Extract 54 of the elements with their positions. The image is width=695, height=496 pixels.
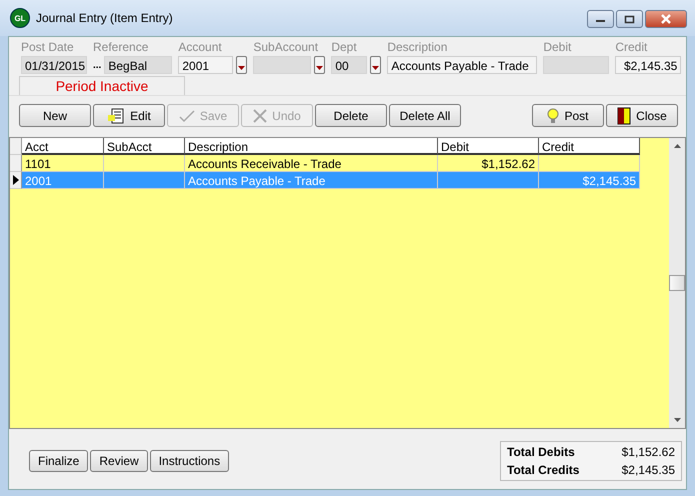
toolbar-button[interactable]: Delete bbox=[315, 104, 387, 127]
period-status: Period Inactive bbox=[19, 76, 185, 95]
column-header[interactable]: Credit bbox=[539, 138, 640, 155]
maximize-icon bbox=[624, 14, 636, 24]
column-header[interactable]: Description bbox=[185, 138, 438, 155]
footer-button[interactable]: Review bbox=[90, 450, 148, 472]
footer-button[interactable]: Finalize bbox=[29, 450, 88, 472]
field-label: SubAccount bbox=[253, 40, 320, 54]
total-value: $2,145.35 bbox=[622, 463, 675, 477]
column-header[interactable]: Acct bbox=[22, 138, 104, 155]
lightbulb-icon bbox=[547, 108, 560, 124]
toolbar-button[interactable]: Delete All bbox=[389, 104, 461, 127]
down-arrow-icon bbox=[316, 65, 324, 71]
column-header[interactable]: Debit bbox=[438, 138, 539, 155]
field-label: Post Date bbox=[21, 40, 75, 54]
dropdown-button[interactable] bbox=[236, 56, 248, 74]
down-arrow-icon bbox=[372, 65, 380, 71]
table-cell: $2,145.35 bbox=[539, 172, 640, 189]
close-button[interactable] bbox=[645, 10, 687, 28]
table-cell: Accounts Payable - Trade bbox=[185, 172, 438, 189]
document-icon bbox=[107, 108, 126, 124]
field-label: Dept bbox=[331, 40, 358, 54]
field-label: Debit bbox=[543, 40, 572, 54]
app-logo-icon: GL bbox=[10, 8, 30, 28]
total-label: Total Credits bbox=[507, 463, 580, 477]
toolbar-button[interactable]: Edit bbox=[93, 104, 165, 127]
table-cell: 2001 bbox=[22, 172, 104, 189]
scroll-thumb[interactable] bbox=[669, 275, 685, 291]
input-field[interactable]: 2001 bbox=[178, 56, 234, 74]
close-icon bbox=[659, 14, 673, 24]
input-field[interactable]: Accounts Payable - Trade bbox=[387, 56, 538, 74]
field-label: Reference bbox=[93, 40, 150, 54]
scroll-up-icon bbox=[674, 144, 680, 148]
down-arrow-icon bbox=[238, 65, 246, 71]
input-field[interactable]: $2,145.35 bbox=[615, 56, 682, 74]
field-label: Description bbox=[387, 40, 448, 54]
window-title: Journal Entry (Item Entry) bbox=[36, 11, 174, 25]
row-pointer-icon bbox=[12, 175, 18, 185]
total-value: $1,152.62 bbox=[622, 445, 675, 459]
toolbar-button[interactable]: New bbox=[19, 104, 91, 127]
x-icon bbox=[253, 108, 268, 122]
field-label: Credit bbox=[615, 40, 648, 54]
column-header[interactable]: SubAcct bbox=[104, 138, 185, 155]
total-label: Total Debits bbox=[507, 445, 575, 459]
vertical-scrollbar[interactable] bbox=[669, 138, 685, 428]
footer-button[interactable]: Instructions bbox=[150, 450, 230, 472]
scroll-down-icon bbox=[674, 418, 680, 422]
door-icon bbox=[617, 106, 632, 124]
maximize-button[interactable] bbox=[616, 10, 643, 28]
field-label: Account bbox=[178, 40, 223, 54]
minimize-button[interactable] bbox=[587, 10, 614, 28]
toolbar-button[interactable]: Close bbox=[606, 104, 678, 127]
toolbar-button[interactable]: Post bbox=[532, 104, 604, 127]
checkmark-icon bbox=[178, 108, 195, 122]
